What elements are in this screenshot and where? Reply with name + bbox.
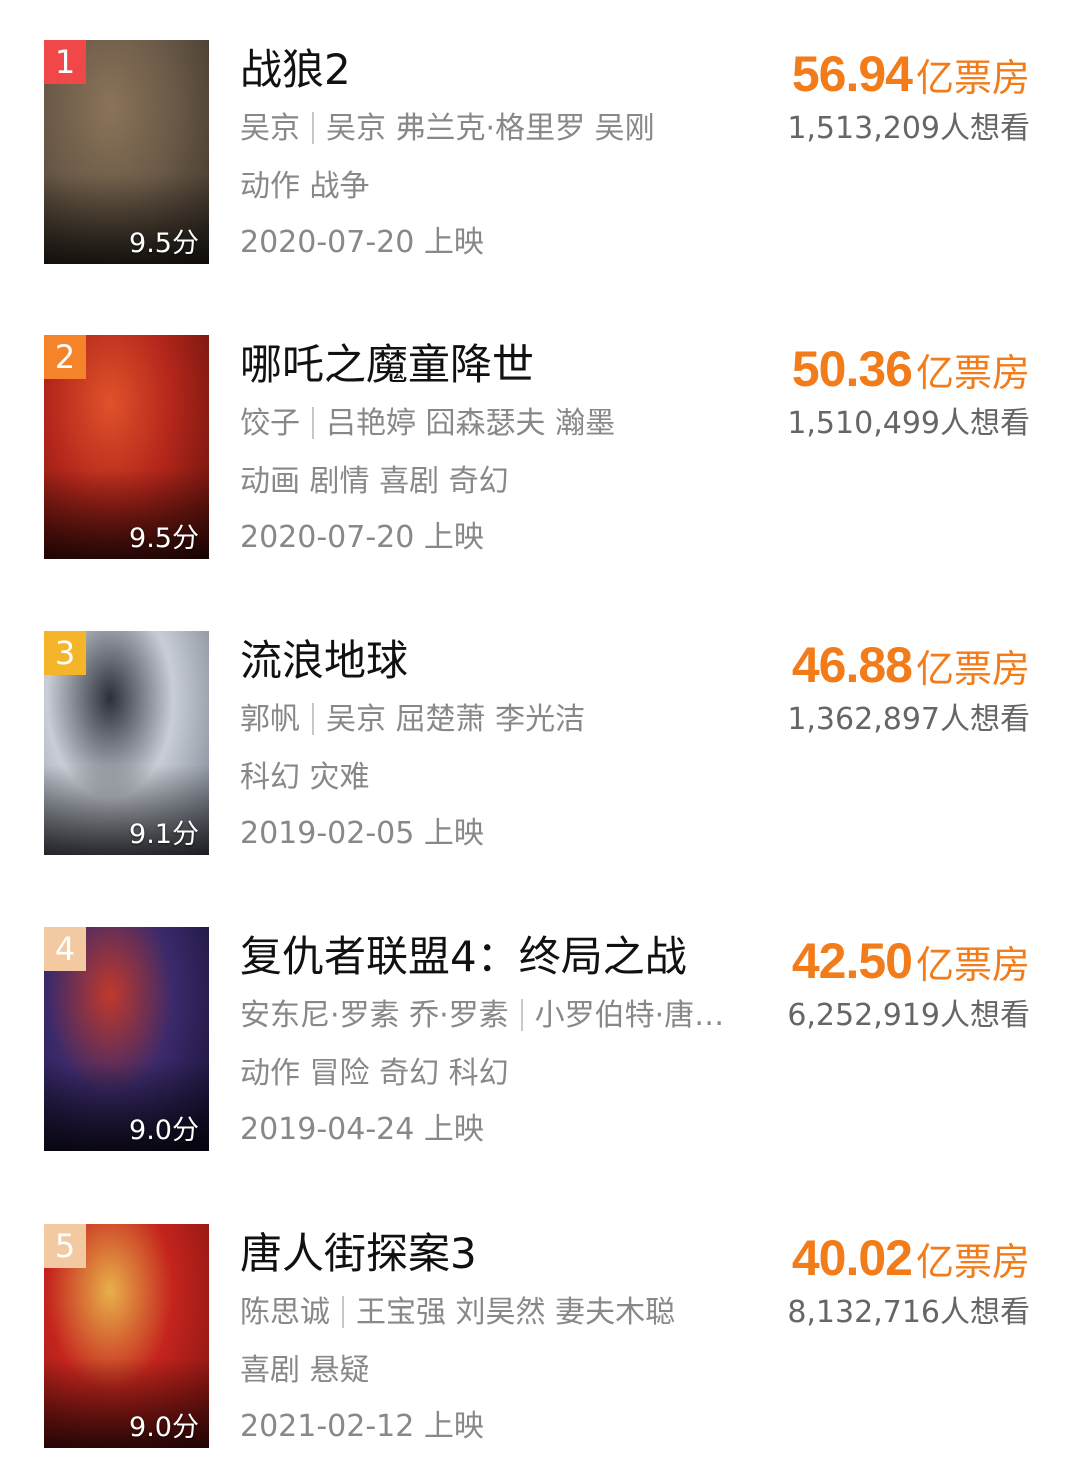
rating-score: 9.1分	[129, 819, 199, 850]
credits-divider	[312, 407, 314, 439]
actor-names: 吴京 弗兰克·格里罗 吴刚	[326, 111, 655, 146]
box-office-value: 40.02	[791, 1230, 913, 1286]
box-office-value: 42.50	[791, 933, 913, 989]
movie-credits: 吴京 吴京 弗兰克·格里罗 吴刚	[240, 104, 740, 154]
want-to-watch-count: 1,362,897人想看	[787, 702, 1030, 737]
release-date: 2021-02-12 上映	[240, 1409, 484, 1444]
movie-credits: 饺子 吕艳婷 囧森瑟夫 瀚墨	[240, 399, 740, 449]
actor-names: 吴京 屈楚萧 李光洁	[326, 702, 586, 737]
movie-list-item[interactable]: 3 9.1分 流浪地球 郭帆 吴京 屈楚萧 李光洁 科幻 灾难 2019-02-0…	[0, 631, 1080, 857]
movie-poster[interactable]: 3 9.1分	[44, 631, 209, 855]
release-date: 2019-02-05 上映	[240, 816, 484, 851]
rank-badge: 5	[44, 1224, 86, 1268]
director-name: 郭帆	[240, 702, 300, 737]
movie-credits: 安东尼·罗素 乔·罗素小罗伯特·唐尼 克里斯·埃文斯	[240, 991, 740, 1041]
rating-score: 9.0分	[129, 1412, 199, 1443]
movie-title[interactable]: 哪吒之魔童降世	[240, 335, 760, 395]
box-office-value: 56.94	[791, 46, 913, 102]
movie-credits: 郭帆 吴京 屈楚萧 李光洁	[240, 695, 740, 745]
actor-names: 王宝强 刘昊然 妻夫木聪	[356, 1295, 676, 1330]
credits-divider	[312, 112, 314, 144]
release-date: 2020-07-20 上映	[240, 520, 484, 555]
movie-genres: 动作 战争	[240, 169, 370, 204]
movie-title[interactable]: 唐人街探案3	[240, 1224, 760, 1284]
director-name: 安东尼·罗素 乔·罗素	[240, 998, 509, 1033]
director-name: 饺子	[240, 406, 300, 441]
box-office-unit: 亿票房	[915, 56, 1030, 100]
want-to-watch-count: 6,252,919人想看	[787, 998, 1030, 1033]
box-office-unit: 亿票房	[915, 943, 1030, 987]
box-office-unit: 亿票房	[915, 1240, 1030, 1284]
rank-badge: 2	[44, 335, 86, 379]
rating-score: 9.5分	[129, 523, 199, 554]
movie-poster[interactable]: 5 9.0分	[44, 1224, 209, 1448]
rating-score: 9.0分	[129, 1115, 199, 1146]
rank-badge: 3	[44, 631, 86, 675]
box-office-value: 50.36	[791, 341, 913, 397]
credits-divider	[342, 1296, 344, 1328]
rank-badge: 1	[44, 40, 86, 84]
movie-list-item[interactable]: 5 9.0分 唐人街探案3 陈思诚 王宝强 刘昊然 妻夫木聪 喜剧 悬疑 2021…	[0, 1224, 1080, 1450]
want-to-watch-count: 1,510,499人想看	[787, 406, 1030, 441]
movie-title[interactable]: 流浪地球	[240, 631, 760, 691]
release-date: 2019-04-24 上映	[240, 1112, 484, 1147]
box-office-unit: 亿票房	[915, 647, 1030, 691]
movie-ranking-list: 1 9.5分 战狼2 吴京 吴京 弗兰克·格里罗 吴刚 动作 战争 2020-07…	[0, 0, 1080, 1461]
movie-list-item[interactable]: 1 9.5分 战狼2 吴京 吴京 弗兰克·格里罗 吴刚 动作 战争 2020-07…	[0, 40, 1080, 266]
credits-divider	[520, 999, 523, 1031]
rating-score: 9.5分	[129, 228, 199, 259]
director-name: 吴京	[240, 111, 300, 146]
movie-list-item[interactable]: 4 9.0分 复仇者联盟4：终局之战 安东尼·罗素 乔·罗素小罗伯特·唐尼 克里…	[0, 927, 1080, 1153]
actor-names: 小罗伯特·唐尼 克里斯·埃文斯	[534, 998, 740, 1033]
want-to-watch-count: 8,132,716人想看	[787, 1295, 1030, 1330]
credits-divider	[312, 703, 314, 735]
movie-list-item[interactable]: 2 9.5分 哪吒之魔童降世 饺子 吕艳婷 囧森瑟夫 瀚墨 动画 剧情 喜剧 奇幻…	[0, 335, 1080, 561]
release-date: 2020-07-20 上映	[240, 225, 484, 260]
movie-poster[interactable]: 4 9.0分	[44, 927, 209, 1151]
director-name: 陈思诚	[240, 1295, 330, 1330]
movie-genres: 科幻 灾难	[240, 760, 370, 795]
movie-credits: 陈思诚 王宝强 刘昊然 妻夫木聪	[240, 1288, 740, 1338]
rank-badge: 4	[44, 927, 86, 971]
movie-title[interactable]: 战狼2	[240, 40, 760, 100]
movie-title[interactable]: 复仇者联盟4：终局之战	[240, 927, 760, 987]
movie-genres: 动作 冒险 奇幻 科幻	[240, 1056, 509, 1091]
actor-names: 吕艳婷 囧森瑟夫 瀚墨	[326, 406, 616, 441]
movie-genres: 喜剧 悬疑	[240, 1353, 370, 1388]
box-office-unit: 亿票房	[915, 351, 1030, 395]
movie-poster[interactable]: 1 9.5分	[44, 40, 209, 264]
box-office-value: 46.88	[791, 637, 913, 693]
movie-genres: 动画 剧情 喜剧 奇幻	[240, 464, 509, 499]
want-to-watch-count: 1,513,209人想看	[787, 111, 1030, 146]
movie-poster[interactable]: 2 9.5分	[44, 335, 209, 559]
